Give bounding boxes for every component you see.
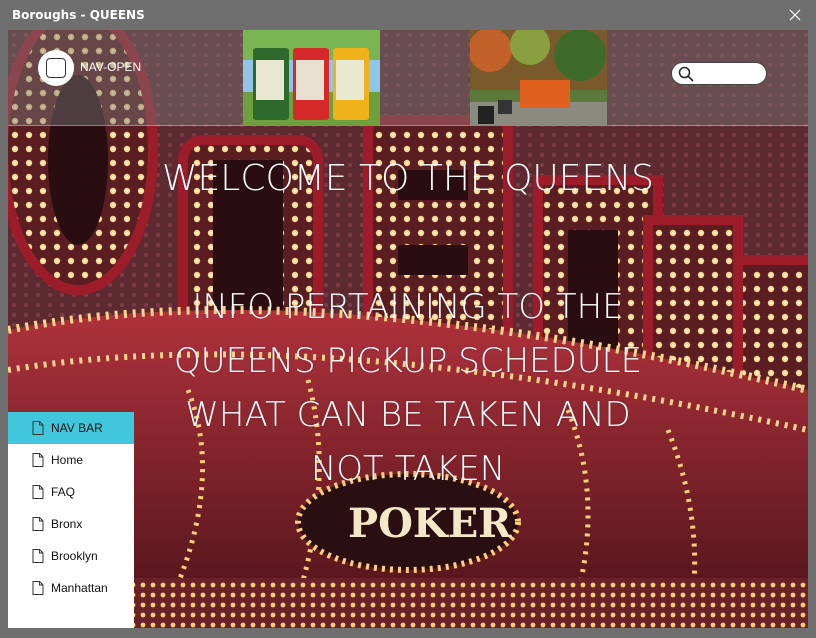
info-line: INFO PERTAINING TO THE bbox=[192, 287, 624, 327]
nav-item-manhattan[interactable]: Manhattan bbox=[8, 572, 134, 604]
nav-open-button[interactable] bbox=[38, 50, 74, 86]
welcome-heading: WELCOME TO THE QUEENS bbox=[161, 158, 655, 199]
recycling-bins-image bbox=[243, 30, 380, 126]
nav-item-label: Brooklyn bbox=[51, 549, 98, 563]
document-icon bbox=[32, 517, 44, 531]
page-content: POKER NAV-OPEN WELCOME TO THE QUEENS INF… bbox=[8, 30, 808, 628]
search-input[interactable] bbox=[671, 62, 767, 85]
top-bar: NAV-OPEN bbox=[8, 30, 808, 126]
info-line: QUEENS PICKUP SCHEDULE bbox=[173, 341, 643, 381]
document-icon bbox=[32, 581, 44, 595]
nav-pane: NAV BAR Home FAQ Bronx Brooklyn Manhatta… bbox=[8, 412, 134, 628]
nav-open-icon bbox=[46, 58, 66, 78]
nav-item-label: FAQ bbox=[51, 485, 76, 499]
nav-item-label: Home bbox=[51, 453, 84, 467]
waste-truck-image bbox=[470, 30, 607, 126]
close-icon[interactable] bbox=[784, 4, 806, 26]
app-window: Boroughs - QUEENS POKER NAV-OPEN WELCOME… bbox=[0, 0, 816, 638]
nav-item-faq[interactable]: FAQ bbox=[8, 476, 134, 508]
nav-item-home[interactable]: Home bbox=[8, 444, 134, 476]
document-icon bbox=[32, 421, 44, 435]
document-icon bbox=[32, 549, 44, 563]
nav-item-nav-bar[interactable]: NAV BAR bbox=[8, 412, 134, 444]
nav-item-label: Bronx bbox=[51, 517, 83, 531]
title-bar: Boroughs - QUEENS bbox=[0, 0, 816, 30]
nav-item-label: NAV BAR bbox=[51, 421, 103, 435]
nav-item-label: Manhattan bbox=[51, 581, 108, 595]
search-icon bbox=[678, 66, 694, 82]
window-title: Boroughs - QUEENS bbox=[12, 8, 145, 22]
nav-item-brooklyn[interactable]: Brooklyn bbox=[8, 540, 134, 572]
nav-item-bronx[interactable]: Bronx bbox=[8, 508, 134, 540]
document-icon bbox=[32, 453, 44, 467]
document-icon bbox=[32, 485, 44, 499]
nav-open-label: NAV-OPEN bbox=[80, 60, 142, 74]
poker-sign: POKER bbox=[348, 500, 512, 547]
